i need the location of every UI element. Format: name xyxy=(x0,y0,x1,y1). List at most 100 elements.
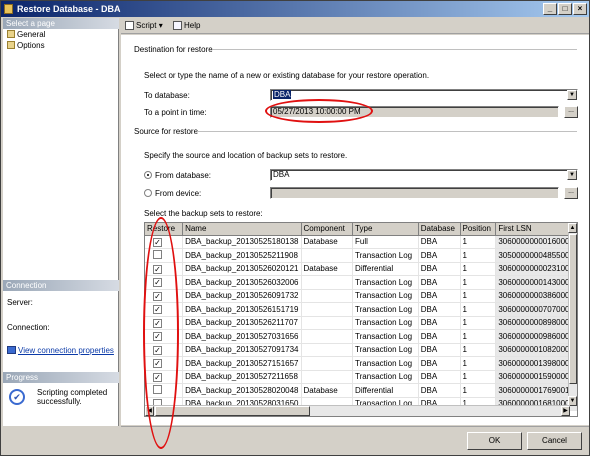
table-row[interactable]: DBA_backup_20130528020048 Database Differe… xyxy=(145,383,577,398)
select-page-header: Select a page xyxy=(3,18,119,29)
help-icon xyxy=(173,21,182,30)
from-device-radio[interactable]: From device: xyxy=(144,189,201,198)
col-header-restore[interactable]: Restore xyxy=(145,223,184,236)
from-device-browse-button[interactable]: ... xyxy=(564,187,578,199)
from-database-combobox[interactable]: DBA ▼ xyxy=(270,169,578,181)
page-options[interactable]: Options xyxy=(7,41,45,51)
from-device-field[interactable] xyxy=(270,187,559,199)
cell-database: DBA xyxy=(418,289,461,303)
cell-name: DBA_backup_20130526091732 xyxy=(182,289,302,303)
cell-component xyxy=(301,302,354,317)
view-connection-properties-link[interactable]: View connection properties xyxy=(7,346,114,355)
table-row[interactable]: ✓ DBA_backup_20130526091732 Transaction Lo… xyxy=(145,289,577,303)
col-header-type[interactable]: Type xyxy=(352,223,419,236)
cell-position: 1 xyxy=(460,329,497,344)
table-row[interactable]: ✓ DBA_backup_20130526032006 Transaction Lo… xyxy=(145,275,577,290)
cell-position: 1 xyxy=(460,356,497,371)
source-instruction: Specify the source and location of backu… xyxy=(144,151,348,160)
from-database-value: DBA xyxy=(273,170,290,179)
cell-position: 1 xyxy=(460,289,497,303)
point-in-time-browse-button[interactable]: ... xyxy=(564,106,578,118)
destination-instruction: Select or type the name of a new or exis… xyxy=(144,71,430,80)
cell-database: DBA xyxy=(418,275,461,290)
cell-type: Transaction Log xyxy=(352,289,419,303)
cell-component: Database xyxy=(301,383,354,398)
table-row[interactable]: ✓ DBA_backup_20130525180138 Database Full DB… xyxy=(145,235,577,249)
cell-database: DBA xyxy=(418,262,461,276)
checked-checkbox[interactable]: ✓ xyxy=(153,264,162,274)
col-header-position[interactable]: Position xyxy=(460,223,497,236)
cell-component xyxy=(301,289,354,303)
from-database-radio[interactable]: From database: xyxy=(144,171,211,180)
checked-checkbox[interactable]: ✓ xyxy=(153,359,162,369)
col-header-database[interactable]: Database xyxy=(418,223,461,236)
scroll-right-icon[interactable]: ▶ xyxy=(561,406,570,416)
cell-component xyxy=(301,248,354,263)
cell-type: Transaction Log xyxy=(352,370,419,384)
cell-lsn: 30600000017690016 xyxy=(495,383,577,398)
ok-button[interactable]: OK xyxy=(467,432,522,450)
checked-checkbox[interactable]: ✓ xyxy=(153,291,162,301)
checked-checkbox[interactable]: ✓ xyxy=(153,372,162,382)
cell-database: DBA xyxy=(418,356,461,371)
title-bar[interactable]: Restore Database - DBA _ □ × xyxy=(1,1,589,17)
checked-checkbox[interactable]: ✓ xyxy=(153,318,162,328)
page-general[interactable]: General xyxy=(7,30,45,40)
cell-position: 1 xyxy=(460,316,497,330)
chevron-down-icon[interactable]: ▼ xyxy=(567,90,577,100)
checked-checkbox[interactable]: ✓ xyxy=(153,345,162,355)
database-icon xyxy=(4,4,13,14)
col-header-name[interactable]: Name xyxy=(182,223,302,236)
col-header-component[interactable]: Component xyxy=(301,223,354,236)
scroll-up-icon[interactable]: ▲ xyxy=(568,223,577,233)
point-in-time-field[interactable]: 05/27/2013 10:00:00 PM xyxy=(270,106,559,118)
unchecked-checkbox[interactable] xyxy=(153,250,162,260)
cell-database: DBA xyxy=(418,383,461,398)
close-button[interactable]: × xyxy=(573,3,587,15)
destination-divider xyxy=(213,49,577,50)
table-row[interactable]: ✓ DBA_backup_20130527031656 Transaction Lo… xyxy=(145,329,577,344)
grid-horizontal-scrollbar[interactable]: ◀ ▶ xyxy=(145,405,570,416)
unchecked-checkbox[interactable] xyxy=(153,385,162,395)
checked-checkbox[interactable]: ✓ xyxy=(153,332,162,342)
connection-label: Connection: xyxy=(7,323,50,332)
view-connection-properties-label: View connection properties xyxy=(18,346,114,355)
table-row[interactable]: ✓ DBA_backup_20130527211658 Transaction Lo… xyxy=(145,370,577,384)
table-row[interactable]: ✓ DBA_backup_20130526151719 Transaction Lo… xyxy=(145,302,577,317)
cell-position: 1 xyxy=(460,343,497,357)
vertical-scroll-thumb[interactable] xyxy=(569,234,577,384)
checked-checkbox[interactable]: ✓ xyxy=(153,278,162,288)
horizontal-scroll-thumb[interactable] xyxy=(155,406,310,416)
to-database-value: DBA xyxy=(273,90,292,99)
cell-lsn: 30600000003860000 xyxy=(495,289,577,303)
checked-checkbox[interactable]: ✓ xyxy=(153,305,162,315)
chevron-down-icon[interactable]: ▼ xyxy=(567,170,577,180)
maximize-button[interactable]: □ xyxy=(558,3,572,15)
chevron-down-icon: ▾ xyxy=(158,21,163,30)
script-button[interactable]: Script ▾ xyxy=(125,21,163,30)
checked-checkbox[interactable]: ✓ xyxy=(153,237,162,247)
table-row[interactable]: ✓ DBA_backup_20130526020121 Database Differ… xyxy=(145,262,577,276)
window-title: Restore Database - DBA xyxy=(17,4,121,14)
cell-lsn: 30600000009860000 xyxy=(495,329,577,344)
destination-group-label: Destination for restore xyxy=(134,45,213,54)
cell-type: Differential xyxy=(352,383,419,398)
restore-cell xyxy=(145,248,184,263)
help-button[interactable]: Help xyxy=(173,21,200,30)
progress-status: Scripting completed successfully. xyxy=(37,388,108,406)
col-header-first-lsn[interactable]: First LSN xyxy=(495,223,577,236)
restore-cell: ✓ xyxy=(145,316,184,330)
cancel-button[interactable]: Cancel xyxy=(527,432,582,450)
scroll-left-icon[interactable]: ◀ xyxy=(145,406,154,416)
cell-database: DBA xyxy=(418,329,461,344)
table-row[interactable]: ✓ DBA_backup_20130527091734 Transaction Lo… xyxy=(145,343,577,357)
cell-component: Database xyxy=(301,235,354,249)
grid-vertical-scrollbar[interactable]: ▲ ▼ xyxy=(568,223,577,406)
backup-sets-grid[interactable]: Restore Name Component Type Database Pos… xyxy=(144,222,578,417)
point-in-time-label: To a point in time: xyxy=(144,108,207,117)
table-row[interactable]: ✓ DBA_backup_20130526211707 Transaction Lo… xyxy=(145,316,577,330)
to-database-combobox[interactable]: DBA ▼ xyxy=(270,89,578,101)
minimize-button[interactable]: _ xyxy=(543,3,557,15)
table-row[interactable]: DBA_backup_20130525211908 Transaction Log… xyxy=(145,248,577,263)
table-row[interactable]: ✓ DBA_backup_20130527151657 Transaction Lo… xyxy=(145,356,577,371)
